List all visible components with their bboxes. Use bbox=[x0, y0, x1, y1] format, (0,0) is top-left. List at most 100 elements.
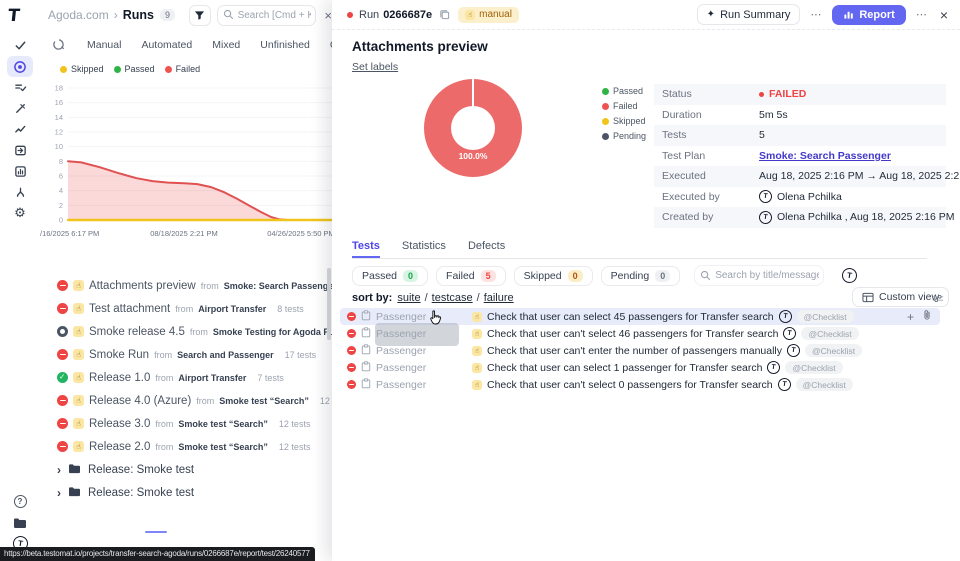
run-list-item[interactable]: ☝Release 1.0fromAirport Transfer7 tests bbox=[40, 366, 332, 389]
run-suite: Search and Passenger bbox=[177, 350, 274, 360]
runs-tab-mixed[interactable]: Mixed bbox=[212, 39, 240, 51]
pagination-indicator[interactable] bbox=[145, 531, 167, 533]
tab-statistics[interactable]: Statistics bbox=[402, 240, 446, 258]
runs-tab-unfinished[interactable]: Unfinished bbox=[260, 39, 310, 51]
run-list-item[interactable]: ☝Test attachmentfromAirport Transfer8 te… bbox=[40, 297, 332, 320]
pulse-icon[interactable] bbox=[7, 98, 33, 119]
run-summary-button[interactable]: ✦ Run Summary bbox=[697, 4, 801, 25]
legend-failed: Failed bbox=[165, 64, 201, 74]
status-value: FAILED bbox=[769, 88, 806, 100]
donut-legend-pending: Pending bbox=[602, 131, 646, 141]
donut-legend-label: Passed bbox=[613, 86, 643, 96]
detail-value: 5 bbox=[759, 129, 765, 141]
test-title[interactable]: Check that user can't select 0 passenger… bbox=[487, 379, 773, 391]
manual-run-icon: ☝ bbox=[73, 326, 84, 337]
left-scrollbar[interactable] bbox=[327, 268, 331, 340]
filter-button[interactable] bbox=[189, 5, 211, 26]
run-tests-count: 12 tests bbox=[279, 419, 311, 429]
tab-tests[interactable]: Tests bbox=[352, 240, 380, 258]
close-panel-icon[interactable]: × bbox=[940, 7, 948, 23]
test-title[interactable]: Check that user can select 1 passenger f… bbox=[487, 362, 762, 374]
test-suite-name: Passenger bbox=[376, 379, 426, 391]
tab-defects[interactable]: Defects bbox=[468, 240, 505, 258]
manual-hand-icon: ☝ bbox=[465, 10, 475, 20]
sort-by-suite[interactable]: suite bbox=[397, 292, 420, 304]
test-title[interactable]: Check that user can't enter the number o… bbox=[487, 345, 782, 357]
run-from-label: from bbox=[155, 373, 173, 383]
filter-failed[interactable]: Failed5 bbox=[436, 266, 506, 286]
run-list-item[interactable]: ☝Smoke RunfromSearch and Passenger17 tes… bbox=[40, 343, 332, 366]
test-suite-name: Passenger bbox=[376, 328, 426, 340]
runs-tab-manual[interactable]: Manual bbox=[87, 39, 121, 51]
legend-passed: Passed bbox=[114, 64, 155, 74]
import-icon[interactable] bbox=[7, 140, 33, 161]
help-icon[interactable]: ? bbox=[7, 491, 33, 512]
tests-search-input[interactable] bbox=[694, 265, 824, 286]
test-plans-icon[interactable] bbox=[7, 77, 33, 98]
filter-pending[interactable]: Pending0 bbox=[601, 266, 681, 286]
test-row[interactable]: Passenger☝Check that user can't select 0… bbox=[340, 376, 940, 393]
funnel-icon bbox=[194, 10, 205, 21]
run-list-item[interactable]: ☝Release 4.0 (Azure)fromSmoke test “Sear… bbox=[40, 389, 332, 412]
runs-icon[interactable] bbox=[7, 56, 33, 77]
app-logo-icon[interactable]: T bbox=[7, 6, 21, 26]
test-row[interactable]: Passenger☝Check that user can't enter th… bbox=[340, 342, 940, 359]
run-status-dot bbox=[347, 12, 353, 18]
run-list-item[interactable]: ☝Attachments previewfromSmoke: Search Pa… bbox=[40, 274, 332, 297]
run-list-item[interactable]: ☝Smoke release 4.5fromSmoke Testing for … bbox=[40, 320, 332, 343]
analytics-icon[interactable] bbox=[7, 119, 33, 140]
svg-text:04/26/2025 5:50 PM: 04/26/2025 5:50 PM bbox=[267, 229, 332, 238]
manual-test-icon: ☝ bbox=[472, 312, 482, 322]
detail-value: TOlena Pchilka bbox=[759, 190, 842, 203]
close-search-icon[interactable]: × bbox=[324, 8, 332, 23]
detail-row: Tests5 bbox=[654, 125, 946, 146]
svg-text:14: 14 bbox=[55, 113, 63, 122]
assignee-avatar[interactable]: T bbox=[841, 267, 858, 284]
donut-legend-label: Pending bbox=[613, 131, 646, 141]
breadcrumb-page[interactable]: Runs bbox=[123, 8, 154, 22]
tasks-icon[interactable] bbox=[7, 35, 33, 56]
manual-run-icon: ☝ bbox=[73, 280, 84, 291]
test-row[interactable]: Passenger☝Check that user can select 1 p… bbox=[340, 359, 940, 376]
run-list-item[interactable]: ☝Release 3.0fromSmoke test “Search”12 te… bbox=[40, 412, 332, 435]
run-id: 0266687e bbox=[383, 9, 432, 21]
filter-skipped[interactable]: Skipped0 bbox=[514, 266, 593, 286]
run-detail-header: Run 0266687e ☝ manual ✦ Run Summary ⋯ Re… bbox=[332, 0, 960, 30]
sort-by-failure[interactable]: failure bbox=[484, 292, 514, 304]
breadcrumb-project[interactable]: Agoda.com bbox=[48, 8, 109, 22]
clipboard-icon bbox=[361, 342, 371, 360]
runs-tab-automated[interactable]: Automated bbox=[141, 39, 192, 51]
view-settings-icon[interactable] bbox=[932, 291, 944, 309]
test-row[interactable]: Passenger☝Check that user can't select 4… bbox=[340, 325, 940, 342]
run-title: Release 3.0 bbox=[89, 418, 150, 430]
settings-icon[interactable]: ⚙ bbox=[7, 203, 33, 224]
chevron-right-icon: › bbox=[57, 463, 61, 477]
runs-list: ☝Attachments previewfromSmoke: Search Pa… bbox=[40, 274, 332, 504]
copy-run-id-icon[interactable] bbox=[439, 9, 450, 20]
donut-percent-label: 100.0% bbox=[424, 151, 522, 161]
add-icon[interactable]: + bbox=[907, 311, 914, 323]
run-summary-more-button[interactable]: ⋯ bbox=[807, 6, 825, 23]
run-folder-item[interactable]: ›Release: Smoke test bbox=[40, 458, 332, 481]
report-button[interactable]: Report bbox=[832, 5, 905, 25]
test-main: ☝ Check that user can select 45 passenger… bbox=[472, 310, 854, 323]
projects-icon[interactable] bbox=[7, 512, 33, 533]
report-icon[interactable] bbox=[7, 161, 33, 182]
test-plan-link[interactable]: Smoke: Search Passenger bbox=[759, 150, 891, 162]
run-tests-count: 8 tests bbox=[277, 304, 304, 314]
test-title[interactable]: Check that user can select 45 passengers… bbox=[487, 311, 774, 323]
panel-more-button[interactable]: ⋯ bbox=[913, 6, 931, 23]
test-title[interactable]: Check that user can't select 46 passenge… bbox=[487, 328, 778, 340]
sort-by-testcase[interactable]: testcase bbox=[432, 292, 473, 304]
filter-passed[interactable]: Passed0 bbox=[352, 266, 428, 286]
branch-icon[interactable] bbox=[7, 182, 33, 203]
attachment-icon[interactable] bbox=[922, 308, 932, 326]
set-labels-link[interactable]: Set labels bbox=[352, 61, 398, 73]
chart-edit-icon[interactable] bbox=[52, 38, 65, 51]
run-folder-item[interactable]: ›Release: Smoke test bbox=[40, 481, 332, 504]
run-title: Test attachment bbox=[89, 303, 170, 315]
run-from-label: from bbox=[190, 327, 208, 337]
run-list-item[interactable]: ☝Release 2.0fromSmoke test “Search”12 te… bbox=[40, 435, 332, 458]
test-row[interactable]: Passenger☝Check that user can select 45 … bbox=[340, 308, 940, 325]
run-from-label: from bbox=[155, 419, 173, 429]
